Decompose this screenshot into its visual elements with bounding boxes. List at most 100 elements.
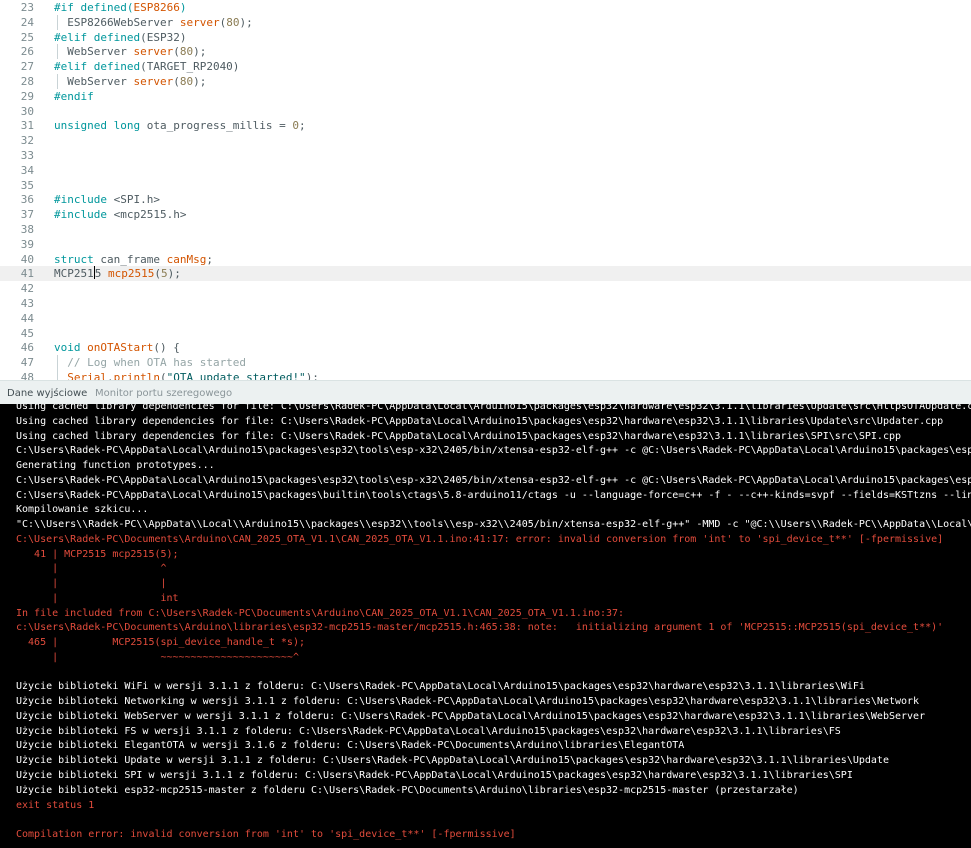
line-number: 27 <box>20 60 34 74</box>
line-number: 40 <box>20 252 34 266</box>
console-error-line: Compilation error: invalid conversion fr… <box>16 829 516 841</box>
console-line: Using cached library dependencies for fi… <box>16 404 971 412</box>
line-number: 47 <box>20 356 34 370</box>
code-token: 80 <box>179 45 194 59</box>
code-text: #include <SPI.h> <box>54 192 160 207</box>
code-line[interactable]: 34 <box>0 163 971 178</box>
code-line[interactable]: 31 unsigned long ota_progress_millis = 0; <box>0 118 971 133</box>
code-line[interactable]: 43 <box>0 296 971 311</box>
console-line: Kompilowanie szkicu... <box>16 504 149 516</box>
code-text: MCP2515 mcp2515(5); <box>54 266 181 281</box>
line-number: 29 <box>20 89 34 103</box>
code-line[interactable]: 38 <box>0 222 971 237</box>
code-token: #elif defined <box>54 60 141 74</box>
output-console[interactable]: Using cached library dependencies for fi… <box>0 404 971 848</box>
console-error-line: 465 | MCP2515(spi_device_handle_t *s); <box>16 637 305 649</box>
code-token: unsigned long <box>54 119 141 133</box>
line-number: 43 <box>20 297 34 310</box>
console-line: Użycie biblioteki WiFi w wersji 3.1.1 z … <box>16 681 865 693</box>
code-token: // Log when OTA has started <box>54 356 247 370</box>
code-token: ota_progress_millis = <box>140 119 293 133</box>
code-token: ); <box>167 267 181 281</box>
code-text: WebServer server(80); <box>54 44 206 59</box>
console-line: Użycie biblioteki Update w wersji 3.1.1 … <box>16 755 889 767</box>
code-line[interactable]: 36 #include <SPI.h> <box>0 192 971 207</box>
code-token: () { <box>153 341 180 355</box>
code-line[interactable]: 27 #elif defined(TARGET_RP2040) <box>0 59 971 74</box>
code-line[interactable]: 48 Serial.println("OTA update started!")… <box>0 370 971 380</box>
code-line[interactable]: 42 <box>0 281 971 296</box>
line-number: 38 <box>20 223 34 236</box>
code-line[interactable]: 33 <box>0 148 971 163</box>
code-token: <mcp2515.h> <box>106 208 187 222</box>
code-line[interactable]: 37 #include <mcp2515.h> <box>0 207 971 222</box>
code-text: #if defined(ESP8266) <box>54 0 186 15</box>
code-text: #elif defined(TARGET_RP2040) <box>54 59 239 74</box>
line-number: 39 <box>20 237 34 251</box>
line-number: 31 <box>20 119 34 133</box>
code-token: (ESP32) <box>140 30 187 44</box>
code-line[interactable]: 47 // Log when OTA has started <box>0 355 971 371</box>
code-line[interactable]: 35 <box>0 178 971 193</box>
console-error-line: | ~~~~~~~~~~~~~~~~~~~~~~^ <box>16 651 299 663</box>
code-token: ( <box>159 371 167 380</box>
code-editor[interactable]: 23 #if defined(ESP8266) 24 ESP8266WebServe… <box>0 0 971 380</box>
code-line[interactable]: 41 MCP2515 mcp2515(5); <box>0 266 971 282</box>
code-token: mcp2515 <box>108 267 155 281</box>
console-line: C:\Users\Radek-PC\AppData\Local\Arduino1… <box>16 445 971 457</box>
code-text: void onOTAStart() { <box>54 340 180 355</box>
code-token: server <box>133 45 174 59</box>
tab-serial-monitor[interactable]: Monitor portu szeregowego <box>95 387 232 401</box>
code-token: (TARGET_RP2040) <box>140 60 240 74</box>
console-error-line: c:\Users\Radek-PC\Documents\Arduino\libr… <box>16 622 944 634</box>
code-token: ( <box>154 267 161 281</box>
console-line: Użycie biblioteki esp32-mcp2515-master z… <box>16 784 799 796</box>
code-token: #elif defined <box>54 30 141 44</box>
code-line[interactable]: 30 <box>0 104 971 119</box>
line-number: 33 <box>20 149 34 162</box>
code-line[interactable]: 40 struct can_frame canMsg; <box>0 252 971 267</box>
line-number: 37 <box>20 208 34 222</box>
code-line[interactable]: 24 ESP8266WebServer server(80); <box>0 14 971 30</box>
code-line[interactable]: 32 <box>0 133 971 148</box>
code-token: . <box>107 371 114 380</box>
code-token: 5 <box>160 267 168 281</box>
code-token: 80 <box>179 75 194 88</box>
code-token: #endif <box>54 89 94 103</box>
code-line[interactable]: 46 void onOTAStart() { <box>0 340 971 355</box>
code-token: ); <box>239 15 253 29</box>
code-line[interactable]: 26 WebServer server(80); <box>0 44 971 60</box>
code-text: Serial.println("OTA update started!"); <box>54 370 319 380</box>
code-line[interactable]: 39 <box>0 237 971 252</box>
code-token: canMsg <box>166 252 207 266</box>
console-error-line: | ^ <box>16 563 167 575</box>
code-token: can_frame <box>93 252 167 266</box>
code-line[interactable]: 25 #elif defined(ESP32) <box>0 30 971 45</box>
code-line[interactable]: 23 #if defined(ESP8266) <box>0 0 971 15</box>
console-line: Użycie biblioteki FS w wersji 3.1.1 z fo… <box>16 725 841 737</box>
line-number: 24 <box>20 15 34 29</box>
code-token: ( <box>173 45 180 59</box>
code-token: ); <box>305 371 319 380</box>
code-text: unsigned long ota_progress_millis = 0; <box>54 118 306 133</box>
code-line[interactable]: 45 <box>0 326 971 341</box>
code-token: <SPI.h> <box>106 193 160 207</box>
code-line[interactable]: 44 <box>0 311 971 326</box>
code-token: ; <box>299 119 306 133</box>
code-token: WebServer <box>54 75 134 88</box>
console-line: C:\Users\Radek-PC\AppData\Local\Arduino1… <box>16 489 971 501</box>
code-line[interactable]: 28 WebServer server(80); <box>0 74 971 89</box>
code-line[interactable]: 29 #endif <box>0 89 971 104</box>
console-error-line: | | <box>16 578 167 590</box>
code-token: ); <box>193 75 207 88</box>
line-number: 36 <box>20 193 34 207</box>
tab-output[interactable]: Dane wyjściowe <box>7 387 87 401</box>
code-text: struct can_frame canMsg; <box>54 252 213 267</box>
code-token: 5 <box>94 267 108 281</box>
code-token: ESP8266 <box>133 1 180 14</box>
code-token: server <box>133 75 174 88</box>
code-token: #if defined( <box>54 1 134 14</box>
line-number: 46 <box>20 341 34 355</box>
line-number: 32 <box>20 134 34 148</box>
